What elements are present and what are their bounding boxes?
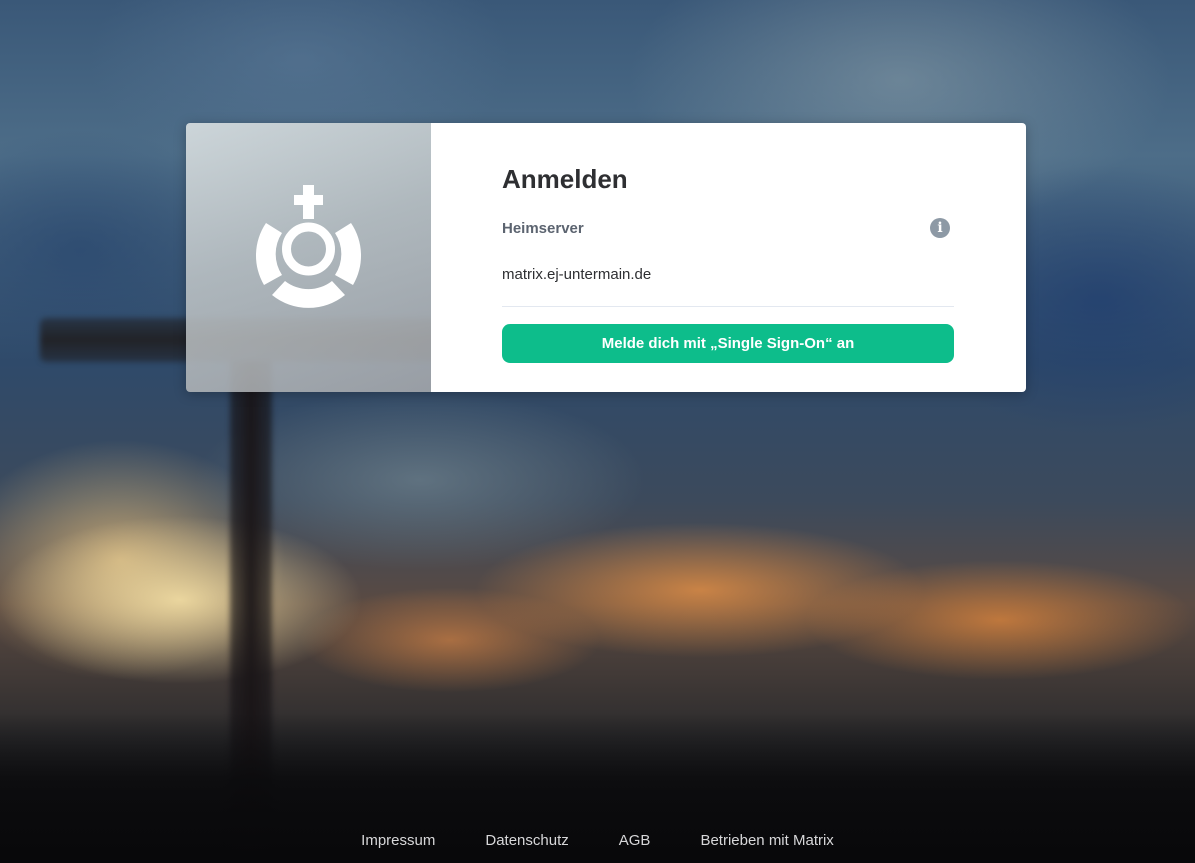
footer-link-datenschutz[interactable]: Datenschutz xyxy=(485,832,568,849)
login-page: Anmelden Heimserver i matrix.ej-untermai… xyxy=(0,0,1195,863)
login-form-panel: Anmelden Heimserver i matrix.ej-untermai… xyxy=(431,123,1026,392)
divider xyxy=(502,306,954,307)
footer-link-agb[interactable]: AGB xyxy=(619,832,651,849)
ring-with-cross-logo xyxy=(255,184,361,308)
login-card: Anmelden Heimserver i matrix.ej-untermai… xyxy=(186,123,1026,392)
footer-link-impressum[interactable]: Impressum xyxy=(361,832,435,849)
page-title: Anmelden xyxy=(502,164,628,194)
footer-link-powered-by-matrix[interactable]: Betrieben mit Matrix xyxy=(700,832,833,849)
sso-login-button[interactable]: Melde dich mit „Single Sign-On“ an xyxy=(502,324,954,363)
footer: Impressum Datenschutz AGB Betrieben mit … xyxy=(0,832,1195,849)
homeserver-label: Heimserver xyxy=(502,220,584,237)
homeserver-value: matrix.ej-untermain.de xyxy=(502,266,652,283)
card-branding-panel xyxy=(186,123,431,392)
info-icon[interactable]: i xyxy=(930,218,950,238)
